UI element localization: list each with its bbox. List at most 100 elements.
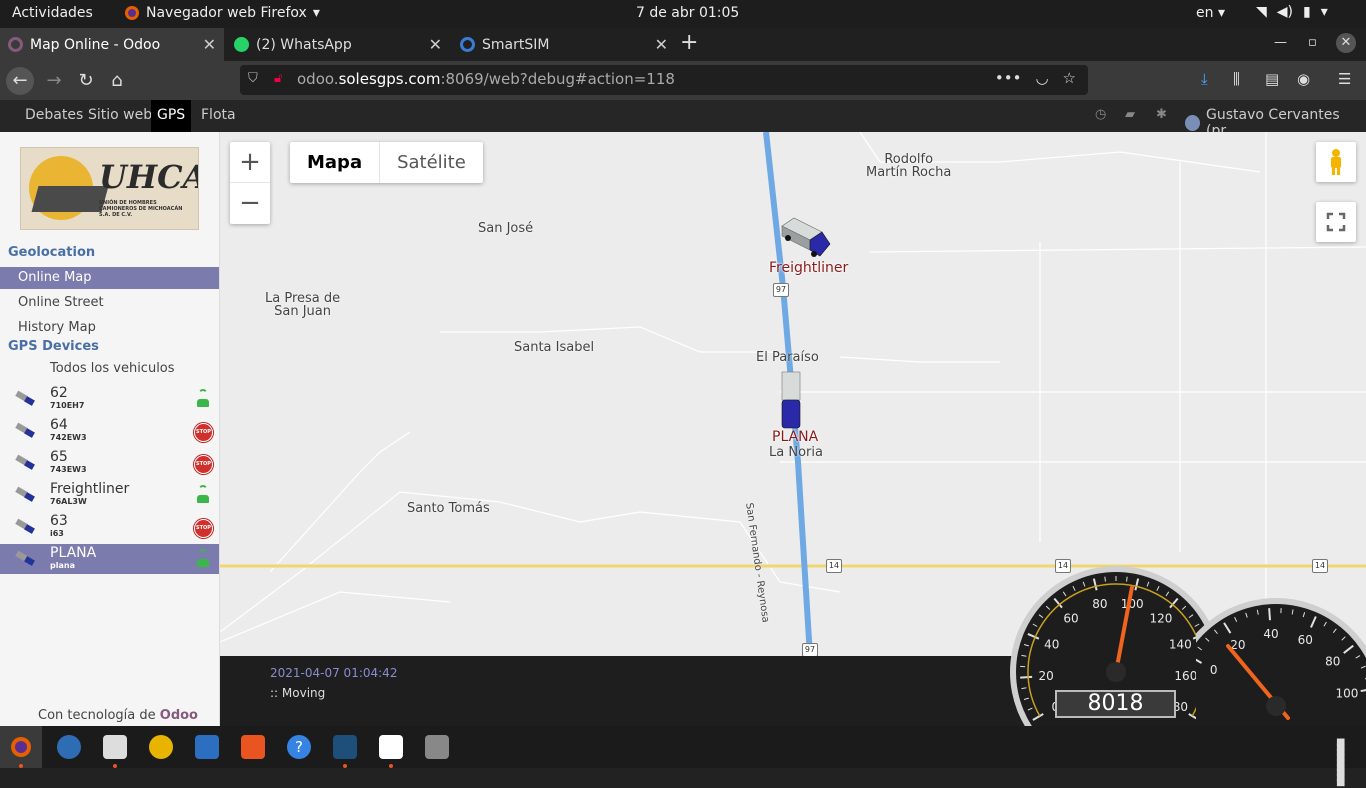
language-indicator[interactable]: en ▾ [1196, 5, 1225, 21]
tab-title: (2) WhatsApp [256, 37, 429, 53]
position-timestamp: 2021-04-07 01:04:42 [270, 666, 397, 680]
url-bar[interactable]: ⛉ 🔓︎ odoo.solesgps.com:8069/web?debug#ac… [240, 65, 1088, 95]
map-type-map[interactable]: Mapa [290, 142, 380, 183]
disk-launcher[interactable] [425, 735, 449, 759]
device-plate: 742EW3 [50, 433, 87, 442]
sidebar-icon[interactable]: ▤ [1265, 70, 1279, 88]
rhythmbox-launcher[interactable] [149, 735, 173, 759]
tab-map-online[interactable]: Map Online - Odoo ✕ [0, 28, 224, 61]
gauge-tick-label: 120 [1150, 611, 1173, 625]
browser-tab-bar: Map Online - Odoo ✕ (2) WhatsApp ✕ Smart… [0, 28, 1366, 61]
bug-icon[interactable]: ✱ [1156, 107, 1167, 122]
all-vehicles-link[interactable]: Todos los vehiculos [50, 361, 175, 376]
hamburger-menu-icon[interactable]: ☰ [1338, 70, 1351, 88]
show-apps-icon[interactable]: ■ ■ ■■ ■ ■■ ■ ■ [1336, 740, 1351, 755]
odoo-link[interactable]: Odoo [160, 708, 198, 723]
fullscreen-icon[interactable] [1316, 202, 1356, 242]
zoom-in-button[interactable]: + [230, 142, 270, 183]
device-item[interactable]: 63i63STOP [0, 512, 219, 542]
close-window-button[interactable]: ✕ [1336, 33, 1356, 53]
libreoffice-writer-launcher[interactable] [195, 735, 219, 759]
url-text: odoo.solesgps.com:8069/web?debug#action=… [297, 70, 675, 88]
menu-debates[interactable]: Debates [19, 100, 89, 132]
close-icon[interactable]: ✕ [429, 35, 442, 54]
gauge-tick-label: 60 [1063, 611, 1078, 625]
bookmark-star-icon[interactable]: ☆ [1063, 69, 1076, 87]
odometer-display: 8018 [1055, 690, 1176, 718]
vehicle-label: PLANA [772, 429, 818, 445]
clock[interactable]: 7 de abr 01:05 [636, 5, 739, 21]
zoom-out-button[interactable]: − [230, 183, 270, 224]
gauge-tick-label: 80 [1092, 597, 1107, 611]
device-item[interactable]: 65743EW3STOP [0, 448, 219, 478]
menu-flota[interactable]: Flota [195, 100, 242, 132]
insecure-lock-icon[interactable]: 🔓︎ [274, 71, 282, 86]
menu-sitio-web[interactable]: Sitio web [82, 100, 158, 132]
odoo-icon [8, 37, 23, 52]
chevron-down-icon: ▾ [313, 5, 320, 21]
close-icon[interactable]: ✕ [203, 35, 216, 54]
truck-icon [16, 423, 36, 437]
device-plate: plana [50, 561, 75, 570]
menu-gps[interactable]: GPS [151, 100, 191, 132]
device-name: Freightliner [50, 481, 129, 497]
system-tray[interactable]: ◥ ◀) ▮ ▾ [1256, 4, 1328, 20]
device-name: 64 [50, 417, 68, 433]
device-item[interactable]: PLANAplana [0, 544, 219, 574]
downloads-icon[interactable]: ⤓ [1201, 70, 1208, 88]
sidebar-item-history-map[interactable]: History Map [0, 317, 219, 339]
device-item[interactable]: Freightliner76AL3W [0, 480, 219, 510]
volume-icon: ◀) [1277, 4, 1293, 20]
truck-marker[interactable] [780, 370, 804, 430]
device-plate: 710EH7 [50, 401, 84, 410]
vscode-launcher[interactable] [333, 735, 357, 759]
device-name: 62 [50, 385, 68, 401]
library-icon[interactable]: ⫼ [1233, 70, 1240, 88]
stop-icon: STOP [194, 455, 213, 474]
section-gps-devices: GPS Devices [8, 339, 99, 354]
company-logo: UHCAM UNIÓN DE HOMBRES CAMIONEROS DE MIC… [20, 147, 199, 230]
clock-icon[interactable]: ◷ [1095, 107, 1106, 122]
tab-smartsim[interactable]: SmartSIM ✕ [452, 28, 676, 61]
tab-whatsapp[interactable]: (2) WhatsApp ✕ [226, 28, 450, 61]
place-label: Rodolfo Martín Rocha [866, 153, 951, 179]
new-tab-button[interactable]: + [680, 30, 698, 55]
sidebar-item-online-street[interactable]: Online Street [0, 292, 219, 314]
device-plate: 76AL3W [50, 497, 87, 506]
app-menu[interactable]: Navegador web Firefox ▾ [124, 5, 320, 21]
highway-shield: 97 [802, 643, 818, 656]
truck-marker[interactable] [780, 214, 832, 260]
firefox-launcher[interactable] [0, 726, 42, 768]
browser-toolbar: ← → ↻ ⌂ ⛉ 🔓︎ odoo.solesgps.com:8069/web?… [0, 61, 1366, 100]
shield-icon[interactable]: ⛉ [248, 71, 258, 86]
device-item[interactable]: 62710EH7 [0, 384, 219, 414]
help-icon[interactable]: ? [287, 735, 311, 759]
maximize-button[interactable]: ▫ [1308, 35, 1317, 50]
highway-shield: 14 [1312, 559, 1328, 573]
pocket-icon[interactable]: ◡ [1035, 69, 1048, 87]
software-center-launcher[interactable] [241, 735, 265, 759]
chat-icon[interactable]: ▰ [1125, 107, 1135, 122]
account-icon[interactable]: ◉ [1297, 70, 1310, 88]
reload-button[interactable]: ↻ [72, 67, 100, 95]
device-item[interactable]: 64742EW3 STOP [0, 416, 219, 446]
home-button[interactable]: ⌂ [103, 67, 131, 95]
text-editor-launcher[interactable] [379, 735, 403, 759]
pegman-icon[interactable] [1316, 142, 1356, 182]
sidebar-item-online-map[interactable]: Online Map [0, 267, 219, 289]
place-label: Santo Tomás [407, 502, 490, 515]
forward-button[interactable]: → [40, 67, 68, 95]
map-type-satellite[interactable]: Satélite [380, 142, 483, 183]
place-label: Santa Isabel [514, 341, 594, 354]
activities-button[interactable]: Actividades [12, 5, 93, 21]
tab-title: SmartSIM [482, 37, 655, 53]
stop-icon: STOP [194, 423, 213, 442]
close-icon[interactable]: ✕ [655, 35, 668, 54]
page-actions-icon[interactable]: ••• [995, 69, 1022, 87]
files-launcher[interactable] [103, 735, 127, 759]
thunderbird-launcher[interactable] [57, 735, 81, 759]
gauge-tick-label: 60 [1298, 633, 1313, 647]
place-label: El Paraíso [756, 351, 819, 364]
back-button[interactable]: ← [6, 67, 34, 95]
minimize-button[interactable]: — [1274, 35, 1287, 50]
